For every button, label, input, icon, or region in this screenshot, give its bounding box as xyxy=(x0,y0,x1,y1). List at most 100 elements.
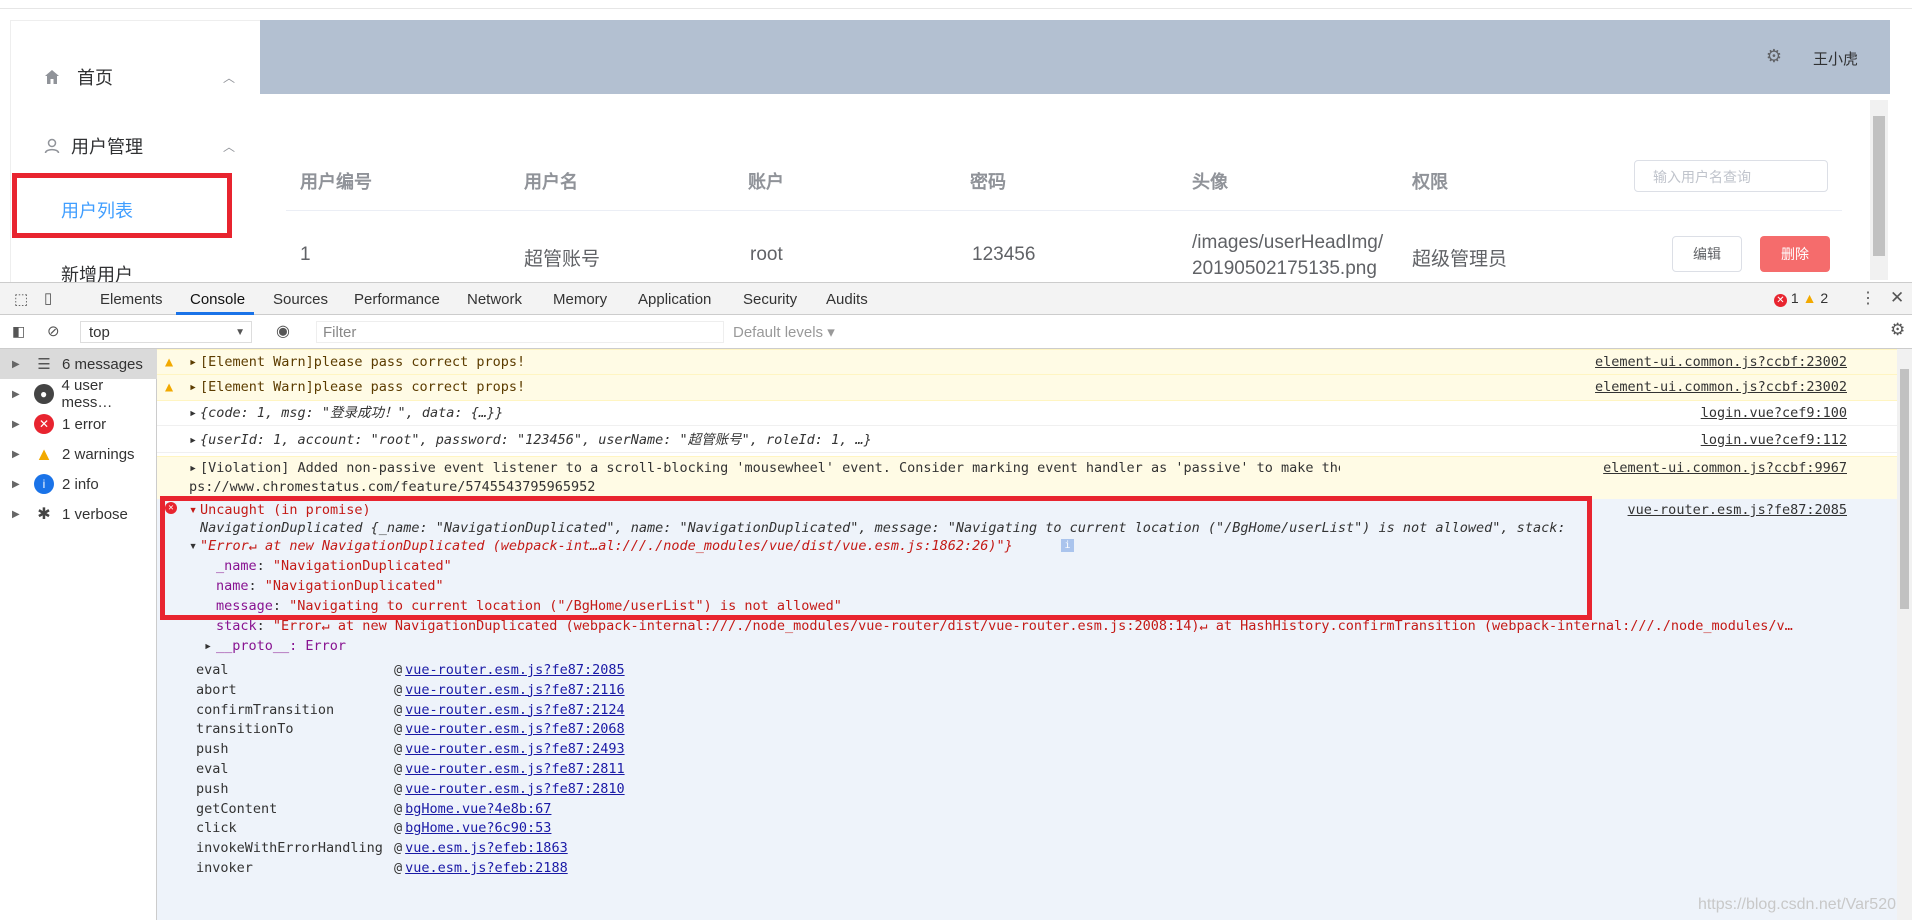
stack-source-link[interactable]: bgHome.vue?4e8b:67 xyxy=(405,801,551,817)
edit-button[interactable]: 编辑 xyxy=(1672,236,1742,272)
warning-icon: ▲ xyxy=(1802,290,1817,306)
column-header: 账户 xyxy=(748,172,784,192)
side-item-verbose[interactable]: ▶ ✱ 1 verbose xyxy=(0,499,157,529)
tab-network[interactable]: Network xyxy=(467,291,522,308)
expand-arrow-icon: ▶ xyxy=(12,478,20,490)
side-item-info[interactable]: ▶ i 2 info xyxy=(0,469,157,499)
console-message-log: ▸ {code: 1, msg: "登录成功！", data: {…}} log… xyxy=(157,401,1897,426)
delete-button[interactable]: 删除 xyxy=(1760,236,1830,272)
tab-console[interactable]: Console xyxy=(190,291,245,308)
source-link[interactable]: login.vue?cef9:100 xyxy=(1701,401,1847,425)
source-link[interactable]: vue-router.esm.js?fe87:2085 xyxy=(1628,502,1847,518)
cell-account: root xyxy=(750,244,783,265)
tab-elements[interactable]: Elements xyxy=(100,291,163,308)
expand-arrow-icon: ▶ xyxy=(12,358,20,370)
source-link[interactable]: element-ui.common.js?ccbf:23002 xyxy=(1595,375,1847,400)
close-icon[interactable]: ✕ xyxy=(1890,288,1904,308)
filter-input[interactable]: Filter xyxy=(316,321,724,343)
console-message-violation: ▸ [Violation] Added non-passive event li… xyxy=(157,456,1897,500)
tab-performance[interactable]: Performance xyxy=(354,291,440,308)
source-link[interactable]: element-ui.common.js?ccbf:9967 xyxy=(1603,460,1847,476)
tab-memory[interactable]: Memory xyxy=(553,291,607,308)
info-icon: i xyxy=(34,474,54,494)
console-output: ▲ ▸ [Element Warn]please pass correct pr… xyxy=(157,349,1897,920)
settings-gear-icon[interactable]: ⚙ xyxy=(1890,320,1905,340)
at-sign: @ xyxy=(394,761,403,777)
stack-source-link[interactable]: vue-router.esm.js?fe87:2493 xyxy=(405,741,624,757)
expand-arrow-icon[interactable]: ▸ xyxy=(189,375,197,400)
app-header: ⚙ 王小虎 xyxy=(260,20,1890,94)
property-key: stack xyxy=(216,618,257,634)
page-scrollbar[interactable] xyxy=(1870,100,1888,280)
context-value: top xyxy=(89,324,110,341)
bug-icon: ✱ xyxy=(37,506,51,523)
stack-frame: eval @ vue-router.esm.js?fe87:2085 xyxy=(196,662,625,678)
tab-audits[interactable]: Audits xyxy=(826,291,868,308)
side-item-label: 4 user mess… xyxy=(61,377,113,411)
log-levels-select[interactable]: Default levels ▾ xyxy=(733,323,835,341)
inspect-icon[interactable]: ⬚ xyxy=(14,290,28,308)
sidebar-item-user-management[interactable]: 用户管理 ︿ xyxy=(11,116,261,176)
stack-source-link[interactable]: vue.esm.js?efeb:1863 xyxy=(405,840,568,856)
search-input[interactable]: 输入用户名查询 xyxy=(1634,160,1828,192)
stack-function: transitionTo xyxy=(196,721,294,738)
chevron-up-icon: ︿ xyxy=(222,70,235,85)
stack-function: confirmTransition xyxy=(196,701,335,718)
expand-arrow-icon[interactable]: ▸ xyxy=(189,428,197,452)
expand-arrow-icon: ▶ xyxy=(12,418,20,430)
tab-security[interactable]: Security xyxy=(743,291,797,308)
side-item-warnings[interactable]: ▶ ▲ 2 warnings xyxy=(0,439,157,469)
expand-arrow-icon[interactable]: ▸ xyxy=(189,350,197,375)
console-message-warning: ▲ ▸ [Element Warn]please pass correct pr… xyxy=(157,374,1897,401)
clear-console-icon[interactable]: ⊘ xyxy=(47,322,60,340)
stack-source-link[interactable]: vue-router.esm.js?fe87:2068 xyxy=(405,721,624,737)
stack-source-link[interactable]: bgHome.vue?6c90:53 xyxy=(405,820,551,836)
eye-icon[interactable]: ◉ xyxy=(276,321,290,341)
dropdown-arrow-icon: ▼ xyxy=(235,327,245,338)
error-counter[interactable]: ✕ 1 ▲ 2 xyxy=(1774,290,1828,307)
stack-source-link[interactable]: vue-router.esm.js?fe87:2811 xyxy=(405,761,624,777)
source-link[interactable]: element-ui.common.js?ccbf:23002 xyxy=(1595,350,1847,375)
console-toolbar: ◧ ⊘ top ▼ ◉ Filter Default levels ▾ ⚙ xyxy=(0,315,1912,349)
stack-source-link[interactable]: vue-router.esm.js?fe87:2810 xyxy=(405,781,624,797)
gear-icon[interactable]: ⚙ xyxy=(1766,46,1782,67)
stack-source-link[interactable]: vue.esm.js?efeb:2188 xyxy=(405,860,568,876)
stack-source-link[interactable]: vue-router.esm.js?fe87:2085 xyxy=(405,662,624,678)
browser-top-edge xyxy=(0,0,1912,9)
message-text: {code: 1, msg: "登录成功！", data: {…}} xyxy=(200,405,504,421)
sidebar-item-label: 首页 xyxy=(77,68,113,88)
column-header: 头像 xyxy=(1192,172,1228,192)
side-item-user-messages[interactable]: ▶ ● 4 user mess… xyxy=(0,377,157,411)
proto-entry[interactable]: __proto__: Error xyxy=(216,638,346,654)
message-text: [Violation] Added non-passive event list… xyxy=(200,460,1340,476)
stack-function: click xyxy=(196,820,237,837)
stack-function: invoker xyxy=(196,860,253,876)
expand-arrow-icon[interactable]: ▸ xyxy=(204,638,212,654)
console-message-log: ▸ {userId: 1, account: "root", password:… xyxy=(157,428,1897,453)
source-link[interactable]: login.vue?cef9:112 xyxy=(1701,428,1847,452)
side-item-errors[interactable]: ▶ ✕ 1 error xyxy=(0,409,157,439)
stack-source-link[interactable]: vue-router.esm.js?fe87:2116 xyxy=(405,682,624,698)
context-select[interactable]: top ▼ xyxy=(80,321,252,343)
console-scrollbar[interactable] xyxy=(1897,349,1912,920)
stack-frame: abort @ vue-router.esm.js?fe87:2116 xyxy=(196,682,625,698)
side-item-messages[interactable]: ▶ ☰ 6 messages xyxy=(0,349,157,379)
expand-arrow-icon[interactable]: ▸ xyxy=(189,460,197,476)
side-item-label: 2 info xyxy=(62,475,99,493)
stack-frame: confirmTransition @ vue-router.esm.js?fe87… xyxy=(196,702,625,718)
stack-source-link[interactable]: vue-router.esm.js?fe87:2124 xyxy=(405,702,624,718)
tab-sources[interactable]: Sources xyxy=(273,291,328,308)
cell-role: 超级管理员 xyxy=(1412,249,1508,270)
expand-arrow-icon[interactable]: ▸ xyxy=(189,401,197,425)
stack-frame: invokeWithErrorHandling @ vue.esm.js?efeb:… xyxy=(196,840,568,856)
scrollbar-thumb[interactable] xyxy=(1873,116,1885,256)
more-options-icon[interactable]: ⋮ xyxy=(1860,288,1876,308)
tab-application[interactable]: Application xyxy=(638,291,711,308)
username[interactable]: 王小虎 xyxy=(1813,48,1858,69)
sidebar-item-home[interactable]: 首页 ︿ xyxy=(11,47,261,107)
device-toolbar-icon[interactable]: ▯ xyxy=(44,289,52,307)
sidebar-subitem-add-user[interactable]: 新增用户 xyxy=(61,261,133,283)
scrollbar-thumb[interactable] xyxy=(1900,369,1909,609)
sidebar-toggle-icon[interactable]: ◧ xyxy=(12,323,25,340)
stack-function: push xyxy=(196,780,229,797)
